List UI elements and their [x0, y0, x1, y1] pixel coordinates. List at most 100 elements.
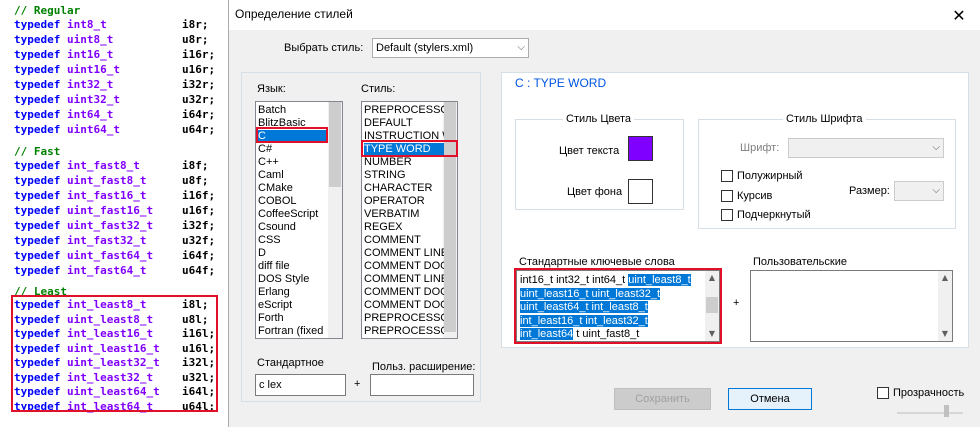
list-item[interactable]: CoffeeScript [258, 208, 328, 221]
close-button[interactable]: ✕ [937, 0, 980, 30]
fg-color-swatch[interactable] [628, 136, 653, 161]
list-item[interactable]: DEFAULT [364, 117, 444, 130]
code-line: typedef uint16_t u16r; [14, 63, 224, 77]
code-identifier: u64r; [182, 123, 216, 136]
user-keywords-scrollbar[interactable]: ▲ ▼ [938, 271, 952, 341]
code-identifier: u32f; [182, 234, 216, 247]
list-item[interactable]: COMMENT DOC KE [364, 286, 444, 299]
code-type: uint32_t [66, 93, 120, 106]
list-item[interactable]: VERBATIM [364, 208, 444, 221]
scroll-thumb[interactable] [329, 102, 341, 187]
font-group-title: Стиль Шрифта [783, 113, 866, 125]
code-identifier: i8f; [182, 159, 209, 172]
code-line: typedef int16_t i16r; [14, 48, 224, 62]
list-item[interactable]: STRING [364, 169, 444, 182]
select-style-combo[interactable]: Default (stylers.xml) ⌵ [372, 38, 529, 58]
default-ext-field[interactable]: c lex [255, 374, 346, 396]
code-line: typedef uint32_t u32r; [14, 93, 224, 107]
list-item[interactable]: COMMENT LINE DO [364, 273, 444, 286]
code-identifier: u64f; [182, 264, 216, 277]
language-list-scrollbar[interactable] [328, 102, 342, 338]
bold-checkbox[interactable] [721, 170, 733, 182]
code-identifier: i64r; [182, 108, 216, 121]
list-item[interactable]: REGEX [364, 221, 444, 234]
code-type: int32_t [66, 78, 114, 91]
code-keyword: typedef [14, 33, 67, 46]
list-item[interactable]: COMMENT [364, 234, 444, 247]
code-keyword: typedef [14, 204, 67, 217]
list-item[interactable]: COMMENT DOC [364, 260, 444, 273]
user-ext-label: Польз. расширение: [372, 361, 476, 373]
chevron-down-icon: ⌵ [517, 42, 525, 53]
fg-color-label: Цвет текста [559, 145, 620, 157]
transparency-slider-thumb[interactable] [944, 405, 949, 417]
code-type: int_fast64_t [66, 264, 147, 277]
list-item[interactable]: diff file [258, 260, 328, 273]
list-item[interactable]: PREPROCESSOR [364, 104, 444, 117]
highlight-box-keywords [514, 268, 722, 344]
italic-checkbox[interactable] [721, 190, 733, 202]
list-item[interactable]: Fortran (fixed [258, 325, 328, 338]
user-ext-field[interactable] [370, 374, 474, 396]
transparency-slider-track[interactable] [897, 412, 963, 414]
list-item[interactable]: CSS [258, 234, 328, 247]
font-label: Шрифт: [740, 142, 780, 154]
list-item[interactable]: OPERATOR [364, 195, 444, 208]
font-combo[interactable]: ⌵ [788, 138, 944, 158]
chevron-down-icon: ⌵ [932, 142, 940, 153]
highlight-box-style [361, 140, 458, 157]
plus-sign: + [354, 378, 361, 390]
code-identifier: i32f; [182, 219, 216, 232]
cancel-button[interactable]: Отмена [728, 388, 812, 410]
chevron-down-icon[interactable]: ▼ [938, 327, 952, 341]
list-item[interactable]: NUMBER [364, 156, 444, 169]
code-comment: // Regular [14, 4, 81, 17]
user-keywords-textarea[interactable]: ▲ ▼ [750, 270, 953, 342]
code-line: typedef uint64_t u64r; [14, 123, 224, 137]
code-identifier: i16r; [182, 48, 216, 61]
list-item[interactable]: PREPROCESSOR C [364, 312, 444, 325]
style-list[interactable]: PREPROCESSORDEFAULTINSTRUCTION WOTYPE WO… [361, 101, 458, 339]
list-item[interactable]: eScript [258, 299, 328, 312]
list-item[interactable]: PREPROCESSOR C [364, 325, 444, 338]
code-line: typedef int_fast32_t u32f; [14, 234, 224, 248]
underline-checkbox[interactable] [721, 209, 733, 221]
code-line: typedef int64_t i64r; [14, 108, 224, 122]
code-identifier: i8r; [182, 18, 209, 31]
size-label: Размер: [849, 185, 890, 197]
code-keyword: typedef [14, 123, 67, 136]
list-item[interactable]: CMake [258, 182, 328, 195]
list-item[interactable]: C# [258, 143, 328, 156]
list-item[interactable]: COBOL [258, 195, 328, 208]
code-keyword: typedef [14, 174, 67, 187]
save-button[interactable]: Сохранить [614, 388, 711, 410]
bg-color-swatch[interactable] [628, 179, 653, 204]
list-item[interactable]: Erlang [258, 286, 328, 299]
code-type: uint_fast64_t [66, 249, 154, 262]
code-line: typedef int_fast8_t i8f; [14, 159, 224, 173]
chevron-up-icon[interactable]: ▲ [938, 271, 952, 285]
list-item[interactable]: COMMENT DOC KE [364, 299, 444, 312]
transparency-label: Прозрачность [893, 387, 965, 399]
list-item[interactable]: Forth [258, 312, 328, 325]
code-line: typedef uint_fast32_t i32f; [14, 219, 224, 233]
list-item[interactable]: Csound [258, 221, 328, 234]
code-type: int8_t [66, 18, 107, 31]
code-keyword: typedef [14, 189, 67, 202]
scroll-thumb[interactable] [444, 102, 456, 332]
code-type: int_fast32_t [66, 234, 147, 247]
list-item[interactable]: COMMENT LINE [364, 247, 444, 260]
language-label: Язык: [257, 83, 286, 95]
default-ext-value: c lex [259, 379, 282, 391]
list-item[interactable]: D [258, 247, 328, 260]
style-list-scrollbar[interactable] [443, 102, 457, 338]
size-combo[interactable]: ⌵ [894, 181, 944, 201]
list-item[interactable]: Caml [258, 169, 328, 182]
list-item[interactable]: C++ [258, 156, 328, 169]
list-item[interactable]: DOS Style [258, 273, 328, 286]
transparency-checkbox[interactable] [877, 387, 889, 399]
color-group-title: Стиль Цвета [563, 113, 634, 125]
dialog-titlebar: Определение стилей ✕ [229, 0, 980, 30]
list-item[interactable]: Batch [258, 104, 328, 117]
list-item[interactable]: CHARACTER [364, 182, 444, 195]
